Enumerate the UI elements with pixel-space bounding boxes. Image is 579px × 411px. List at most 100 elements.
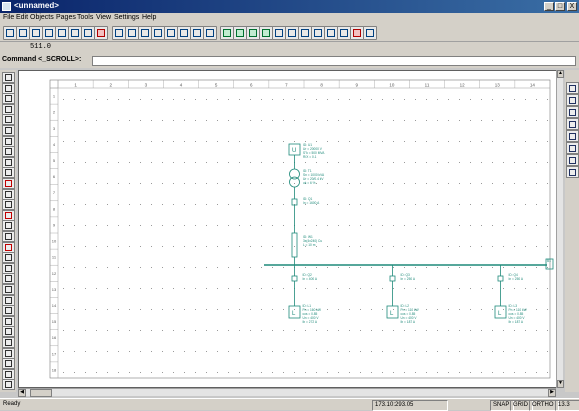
right-tool-align[interactable]: [566, 118, 579, 130]
left-tool-breaker[interactable]: [2, 125, 15, 136]
scroll-down-arrow[interactable]: ▼: [557, 380, 564, 388]
check-button[interactable]: [363, 26, 377, 40]
arc-button[interactable]: [298, 26, 312, 40]
scroll-right-arrow[interactable]: ▶: [548, 389, 556, 397]
zoom-in-button[interactable]: [112, 26, 126, 40]
properties-button[interactable]: [203, 26, 217, 40]
move-button[interactable]: [324, 26, 338, 40]
delete-button[interactable]: [350, 26, 364, 40]
right-tool-zoom[interactable]: [566, 82, 579, 94]
menu-help[interactable]: Help: [142, 14, 156, 21]
left-tool-cable[interactable]: [2, 178, 15, 189]
right-tool-mirror[interactable]: [566, 106, 579, 118]
measure-button[interactable]: [259, 26, 273, 40]
left-tool-generator[interactable]: [2, 241, 15, 253]
left-tool-fuse[interactable]: [2, 146, 15, 158]
menu-edit[interactable]: Edit: [16, 14, 28, 21]
left-tool-meter[interactable]: [2, 199, 15, 211]
print-button[interactable]: [42, 26, 56, 40]
app-icon[interactable]: [2, 2, 11, 11]
left-tool-panel[interactable]: [2, 315, 15, 327]
minimize-button[interactable]: _: [544, 2, 554, 11]
zoom-window-button[interactable]: [138, 26, 152, 40]
text-button[interactable]: [272, 26, 286, 40]
left-tool-inverter[interactable]: [2, 326, 15, 338]
menu-file[interactable]: File: [3, 14, 14, 21]
left-tool-load[interactable]: [2, 167, 15, 179]
command-input[interactable]: [92, 56, 576, 66]
schematic-drawing[interactable]: 1 2 3 4 5 6 7 8 9 10 11 12 13 14123456789101112131415…: [19, 71, 557, 387]
left-tool-busbar[interactable]: [2, 93, 15, 105]
grid-dot: [437, 246, 438, 247]
left-tool-select[interactable]: [2, 72, 15, 83]
new-button[interactable]: [3, 26, 17, 40]
pan-button[interactable]: [164, 26, 178, 40]
feeder-breaker-1[interactable]: [291, 275, 298, 282]
left-tool-source[interactable]: [2, 103, 15, 115]
main-cable-symbol[interactable]: [291, 232, 298, 258]
left-tool-battery[interactable]: [2, 252, 15, 264]
left-tool-switch[interactable]: [2, 135, 15, 147]
left-tool-motor[interactable]: [2, 156, 15, 168]
left-tool-ups[interactable]: [2, 337, 15, 348]
left-tool-connector[interactable]: [2, 273, 15, 285]
right-tool-fit[interactable]: [566, 94, 579, 106]
transformer-winding-1[interactable]: [289, 168, 300, 180]
redraw-button[interactable]: [177, 26, 191, 40]
left-tool-filter[interactable]: [2, 347, 15, 359]
zoom-icon: [569, 85, 576, 92]
left-tool-transformer[interactable]: [2, 114, 15, 126]
close-button[interactable]: X: [567, 2, 577, 11]
line-button[interactable]: [285, 26, 299, 40]
menu-settings[interactable]: Settings: [114, 14, 139, 21]
zoom-out-button[interactable]: [125, 26, 139, 40]
scroll-left-arrow[interactable]: ◀: [18, 389, 26, 397]
menu-view[interactable]: View: [96, 14, 111, 21]
rotate-button[interactable]: [337, 26, 351, 40]
left-tool-bus-tie[interactable]: [2, 294, 15, 306]
ortho-button[interactable]: [246, 26, 260, 40]
grid-button[interactable]: [220, 26, 234, 40]
menu-objects[interactable]: Objects: [30, 14, 54, 21]
right-tool-bar-chart[interactable]: [566, 166, 579, 178]
snap-button[interactable]: [233, 26, 247, 40]
grid-dot: [96, 372, 97, 373]
left-tool-info[interactable]: [2, 379, 15, 391]
zoom-all-button[interactable]: [151, 26, 165, 40]
open-button[interactable]: [16, 26, 30, 40]
circle-button[interactable]: [311, 26, 325, 40]
transformer-winding-2[interactable]: [289, 176, 300, 188]
feeder-breaker-2[interactable]: [389, 275, 396, 282]
scroll-up-arrow[interactable]: ▲: [557, 70, 564, 78]
drawing-canvas[interactable]: 1 2 3 4 5 6 7 8 9 10 11 12 13 14 1 2 3 4 5 6 7 8 9 10 11 12 13 14 15…: [18, 70, 563, 388]
horizontal-scrollbar[interactable]: ◀ ▶: [18, 388, 556, 397]
left-tool-point[interactable]: [2, 82, 15, 94]
cut-button[interactable]: [55, 26, 69, 40]
right-tool-copy[interactable]: [566, 130, 579, 142]
save-button[interactable]: [29, 26, 43, 40]
vertical-scrollbar[interactable]: ▲ ▼: [556, 70, 564, 388]
grid-dot: [63, 309, 64, 310]
left-tool-ground[interactable]: [2, 209, 15, 221]
grid-dot: [129, 288, 130, 289]
left-tool-reactor[interactable]: [2, 231, 15, 242]
left-tool-table[interactable]: [2, 368, 15, 380]
menu-pages[interactable]: Pages: [56, 14, 76, 21]
maximize-button[interactable]: □: [555, 2, 565, 11]
left-tool-capacitor[interactable]: [2, 220, 15, 232]
copy-button[interactable]: [68, 26, 82, 40]
feeder-breaker-3[interactable]: [497, 275, 504, 282]
paste-button[interactable]: [81, 26, 95, 40]
left-tool-feeder[interactable]: [2, 305, 15, 317]
right-tool-array[interactable]: [566, 142, 579, 154]
grid-dot: [239, 120, 240, 121]
undo-button[interactable]: [94, 26, 108, 40]
right-tool-snap-point[interactable]: [566, 154, 579, 166]
left-tool-relay[interactable]: [2, 188, 15, 200]
left-tool-label[interactable]: [2, 262, 15, 274]
left-tool-report[interactable]: [2, 358, 15, 370]
menu-tools[interactable]: Tools: [77, 14, 93, 21]
layers-button[interactable]: [190, 26, 204, 40]
scroll-thumb[interactable]: [30, 389, 52, 397]
left-tool-node[interactable]: [2, 284, 15, 295]
